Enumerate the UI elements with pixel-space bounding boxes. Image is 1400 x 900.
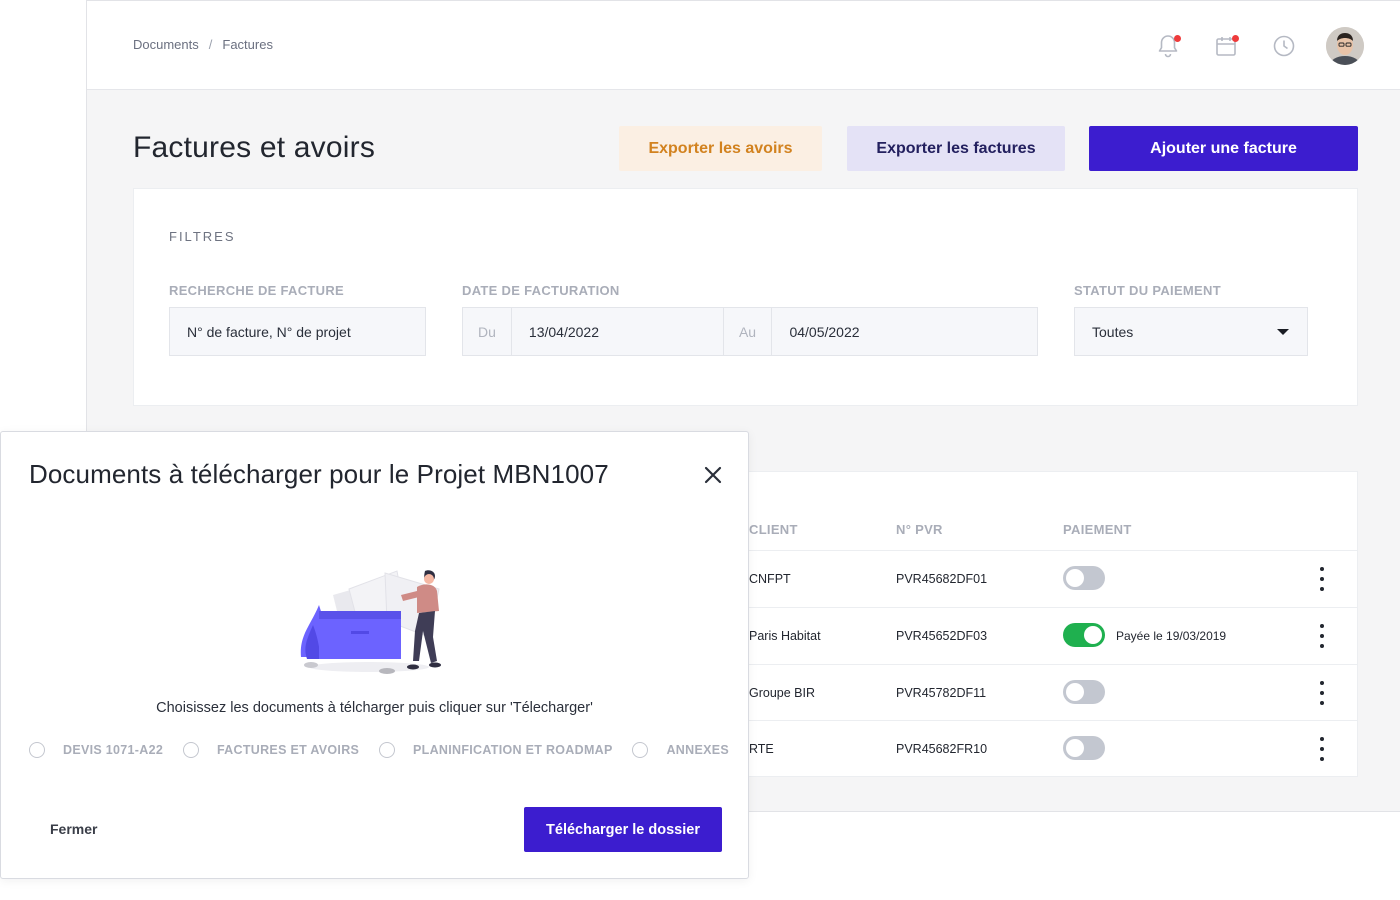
- status-label: STATUT DU PAIEMENT: [1074, 283, 1221, 298]
- pvr-cell: PVR45682FR10: [896, 742, 988, 756]
- column-header-client[interactable]: CLIENT: [749, 522, 798, 537]
- breadcrumb: Documents / Factures: [133, 37, 273, 52]
- toggle-knob: [1066, 739, 1084, 757]
- option-devis[interactable]: DEVIS 1071-A22: [29, 742, 163, 758]
- column-header-payment[interactable]: PAIEMENT: [1063, 522, 1132, 537]
- more-options-icon[interactable]: [1317, 737, 1327, 761]
- client-cell: RTE: [749, 742, 774, 756]
- toggle-knob: [1066, 683, 1084, 701]
- status-value: Toutes: [1092, 323, 1134, 340]
- export-factures-button[interactable]: Exporter les factures: [847, 126, 1065, 171]
- filters-card: FILTRES RECHERCHE DE FACTURE N° de factu…: [133, 188, 1358, 406]
- client-cell: Groupe BIR: [749, 686, 816, 700]
- modal-title: Documents à télécharger pour le Projet M…: [29, 459, 609, 489]
- radio-button[interactable]: [379, 742, 395, 758]
- date-to-input[interactable]: 04/05/2022: [772, 308, 1037, 355]
- toggle-knob: [1066, 569, 1084, 587]
- breadcrumb-factures: Factures: [222, 37, 273, 52]
- client-cell: Paris Habitat: [749, 629, 821, 643]
- top-icons: [1152, 27, 1364, 65]
- payment-toggle[interactable]: [1063, 680, 1105, 704]
- bell-icon[interactable]: [1152, 30, 1184, 62]
- notification-dot: [1174, 35, 1181, 42]
- radio-button[interactable]: [632, 742, 649, 758]
- close-icon[interactable]: [702, 464, 724, 486]
- pvr-cell: PVR45682DF01: [896, 572, 988, 586]
- date-label: DATE DE FACTURATION: [462, 283, 620, 298]
- export-avoirs-button[interactable]: Exporter les avoirs: [619, 126, 822, 171]
- option-label: PLANINFICATION ET ROADMAP: [413, 743, 613, 757]
- date-from-label: Du: [463, 308, 512, 355]
- pvr-cell: PVR45782DF11: [896, 686, 987, 700]
- breadcrumb-documents[interactable]: Documents: [133, 37, 199, 52]
- add-invoice-button[interactable]: Ajouter une facture: [1089, 126, 1358, 171]
- calendar-icon[interactable]: [1210, 30, 1242, 62]
- clock-icon[interactable]: [1268, 30, 1300, 62]
- paid-date-text: Payée le 19/03/2019: [1116, 629, 1227, 643]
- download-modal: Documents à télécharger pour le Projet M…: [0, 431, 749, 879]
- search-label: RECHERCHE DE FACTURE: [169, 283, 345, 298]
- option-label: FACTURES ET AVOIRS: [216, 743, 360, 757]
- avatar[interactable]: [1326, 27, 1364, 65]
- payment-toggle[interactable]: [1063, 623, 1105, 647]
- more-options-icon[interactable]: [1317, 624, 1327, 648]
- document-options: DEVIS 1071-A22 FACTURES ET AVOIRS PLANIN…: [29, 742, 729, 758]
- documents-illustration: [289, 565, 461, 677]
- date-range: Du 13/04/2022 Au 04/05/2022: [462, 307, 1038, 356]
- top-bar: Documents / Factures: [87, 1, 1400, 90]
- payment-toggle[interactable]: [1063, 736, 1105, 760]
- radio-button[interactable]: [182, 742, 199, 758]
- status-select[interactable]: Toutes: [1074, 307, 1308, 356]
- more-options-icon[interactable]: [1317, 681, 1327, 705]
- close-button[interactable]: Fermer: [50, 821, 97, 837]
- notification-dot: [1232, 35, 1239, 42]
- modal-hint: Choisissez les documents à télcharger pu…: [156, 700, 593, 716]
- option-annexes[interactable]: ANNEXES: [632, 742, 729, 758]
- payment-toggle[interactable]: [1063, 566, 1105, 590]
- client-cell: CNFPT: [749, 572, 791, 586]
- date-to-label: Au: [724, 308, 773, 355]
- more-options-icon[interactable]: [1317, 567, 1327, 591]
- breadcrumb-separator: /: [208, 37, 213, 52]
- toggle-knob: [1084, 626, 1102, 644]
- option-planification[interactable]: PLANINFICATION ET ROADMAP: [379, 742, 613, 758]
- pvr-cell: PVR45652DF03: [896, 629, 988, 643]
- date-from-input[interactable]: 13/04/2022: [512, 308, 724, 355]
- filters-title: FILTRES: [169, 229, 236, 244]
- download-folder-button[interactable]: Télécharger le dossier: [524, 807, 722, 852]
- option-factures-avoirs[interactable]: FACTURES ET AVOIRS: [182, 742, 360, 758]
- caret-down-icon: [1277, 328, 1289, 335]
- search-input[interactable]: N° de facture, N° de projet: [169, 307, 426, 356]
- column-header-pvr[interactable]: N° PVR: [896, 522, 943, 537]
- option-label: ANNEXES: [666, 743, 729, 757]
- radio-button[interactable]: [29, 742, 45, 758]
- option-label: DEVIS 1071-A22: [63, 743, 164, 757]
- page-title: Factures et avoirs: [133, 131, 376, 164]
